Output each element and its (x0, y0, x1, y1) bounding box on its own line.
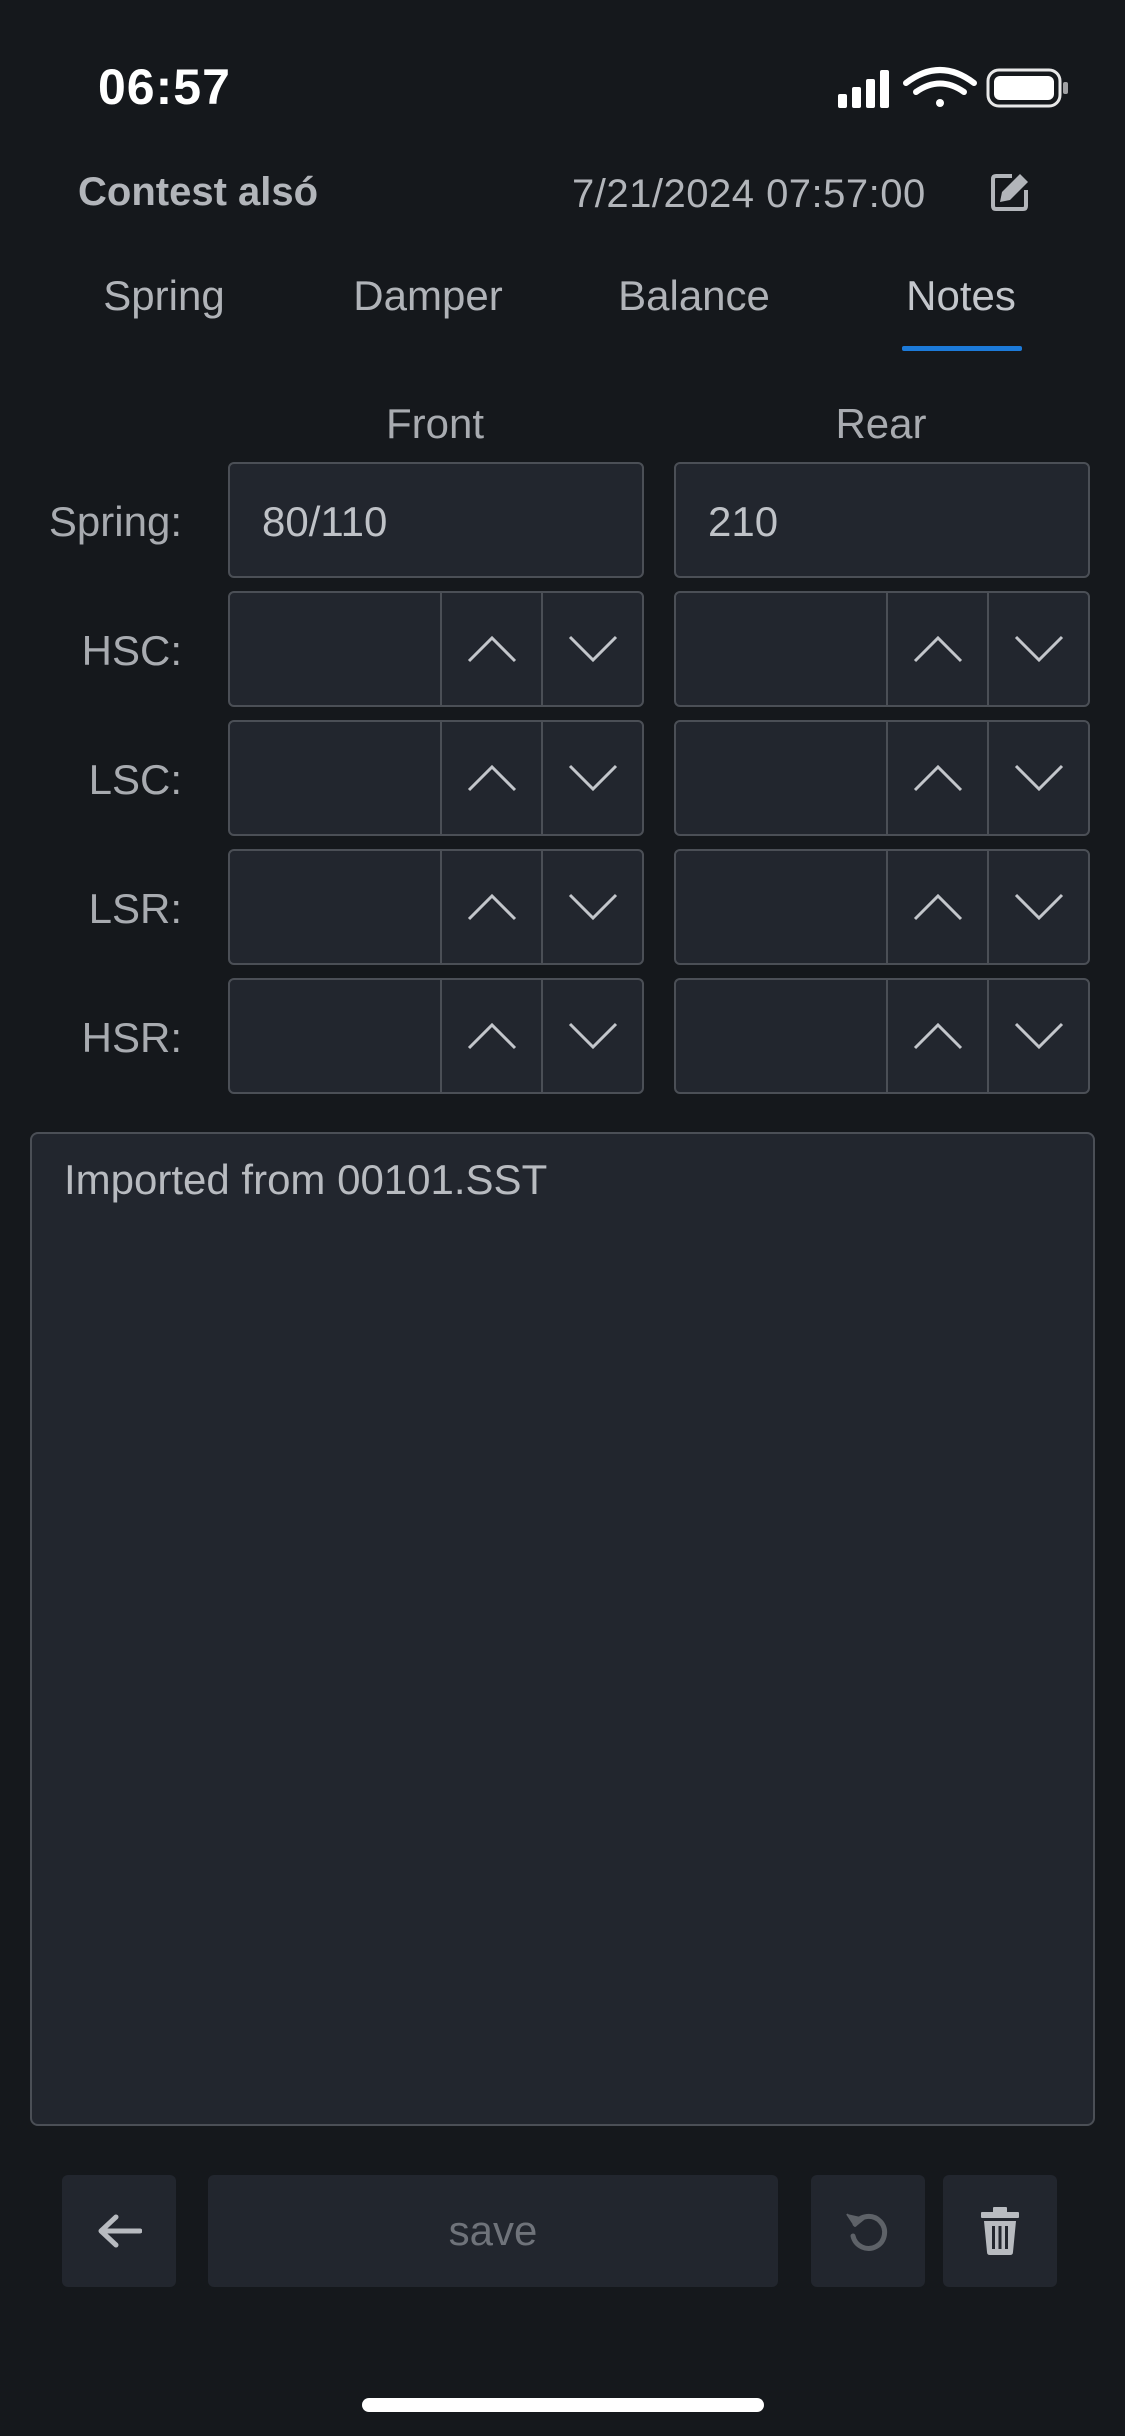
spring-rear-input[interactable]: 210 (674, 462, 1090, 578)
lsr-rear-decrement-button[interactable] (987, 851, 1088, 963)
hsr-rear-input[interactable] (676, 980, 888, 1092)
hsc-rear-input[interactable] (676, 593, 888, 705)
chevron-up-icon (913, 635, 962, 663)
lsr-rear-stepper (674, 849, 1090, 965)
lsr-rear-increment-button[interactable] (888, 851, 987, 963)
hsc-front-input[interactable] (230, 593, 442, 705)
hsc-front-increment-button[interactable] (442, 593, 541, 705)
undo-icon (846, 2213, 888, 2251)
back-button[interactable] (62, 2175, 176, 2287)
hsr-front-stepper (228, 978, 644, 1094)
save-button[interactable]: save (208, 2175, 778, 2287)
tab-spring[interactable]: Spring (54, 272, 274, 320)
column-rear-header: Rear (835, 400, 927, 447)
signal-icon (838, 70, 889, 108)
chevron-up-icon (467, 893, 516, 921)
hsc-rear-increment-button[interactable] (888, 593, 987, 705)
lsr-front-input[interactable] (230, 851, 442, 963)
lsr-rear-input[interactable] (676, 851, 888, 963)
delete-button[interactable] (943, 2175, 1057, 2287)
tab-damper[interactable]: Damper (318, 272, 538, 320)
setup-title: Contest alsó (78, 170, 319, 214)
lsc-front-increment-button[interactable] (442, 722, 541, 834)
trash-icon (981, 2207, 1019, 2255)
battery-icon (986, 68, 1068, 108)
hsc-rear-decrement-button[interactable] (987, 593, 1088, 705)
hsr-front-input[interactable] (230, 980, 442, 1092)
chevron-down-icon (1014, 764, 1063, 792)
row-label-lsc: LSC: (88, 756, 182, 803)
column-front-header: Front (385, 400, 485, 447)
hsr-front-increment-button[interactable] (442, 980, 541, 1092)
hsc-front-decrement-button[interactable] (541, 593, 642, 705)
chevron-down-icon (568, 635, 617, 663)
spring-front-value: 80/110 (262, 498, 388, 545)
notes-textarea[interactable]: Imported from 00101.SST (30, 1132, 1095, 2126)
home-indicator (362, 2398, 764, 2412)
lsc-front-stepper (228, 720, 644, 836)
hsr-rear-increment-button[interactable] (888, 980, 987, 1092)
hsr-front-decrement-button[interactable] (541, 980, 642, 1092)
chevron-up-icon (913, 1022, 962, 1050)
status-icons (838, 67, 1068, 108)
lsc-rear-input[interactable] (676, 722, 888, 834)
chevron-up-icon (913, 764, 962, 792)
active-tab-indicator (902, 346, 1022, 351)
lsr-front-stepper (228, 849, 644, 965)
chevron-up-icon (913, 893, 962, 921)
hsr-rear-decrement-button[interactable] (987, 980, 1088, 1092)
lsr-front-increment-button[interactable] (442, 851, 541, 963)
chevron-down-icon (1014, 893, 1063, 921)
tab-notes[interactable]: Notes (851, 272, 1071, 320)
save-button-label: save (448, 2207, 538, 2254)
lsc-front-input[interactable] (230, 722, 442, 834)
chevron-up-icon (467, 1022, 516, 1050)
lsc-rear-increment-button[interactable] (888, 722, 987, 834)
row-label-hsc: HSC: (81, 627, 182, 674)
lsc-rear-decrement-button[interactable] (987, 722, 1088, 834)
hsc-rear-stepper (674, 591, 1090, 707)
lsc-front-decrement-button[interactable] (541, 722, 642, 834)
setup-datetime: 7/21/2024 07:57:00 (572, 172, 926, 216)
spring-rear-value: 210 (708, 498, 779, 545)
wifi-icon (903, 67, 977, 107)
hsc-front-stepper (228, 591, 644, 707)
lsr-front-decrement-button[interactable] (541, 851, 642, 963)
chevron-down-icon (568, 1022, 617, 1050)
hsr-rear-stepper (674, 978, 1090, 1094)
chevron-down-icon (568, 893, 617, 921)
notes-text: Imported from 00101.SST (64, 1156, 548, 1203)
lsc-rear-stepper (674, 720, 1090, 836)
chevron-down-icon (1014, 635, 1063, 663)
row-label-hsr: HSR: (81, 1014, 182, 1061)
row-label-lsr: LSR: (88, 885, 182, 932)
status-time: 06:57 (98, 59, 231, 115)
arrow-left-icon (98, 2214, 142, 2248)
edit-icon[interactable] (990, 170, 1032, 212)
chevron-up-icon (467, 764, 516, 792)
chevron-up-icon (467, 635, 516, 663)
reset-button[interactable] (811, 2175, 925, 2287)
row-label-spring: Spring: (48, 498, 182, 545)
tab-balance[interactable]: Balance (584, 272, 804, 320)
chevron-down-icon (568, 764, 617, 792)
spring-front-input[interactable]: 80/110 (228, 462, 644, 578)
chevron-down-icon (1014, 1022, 1063, 1050)
